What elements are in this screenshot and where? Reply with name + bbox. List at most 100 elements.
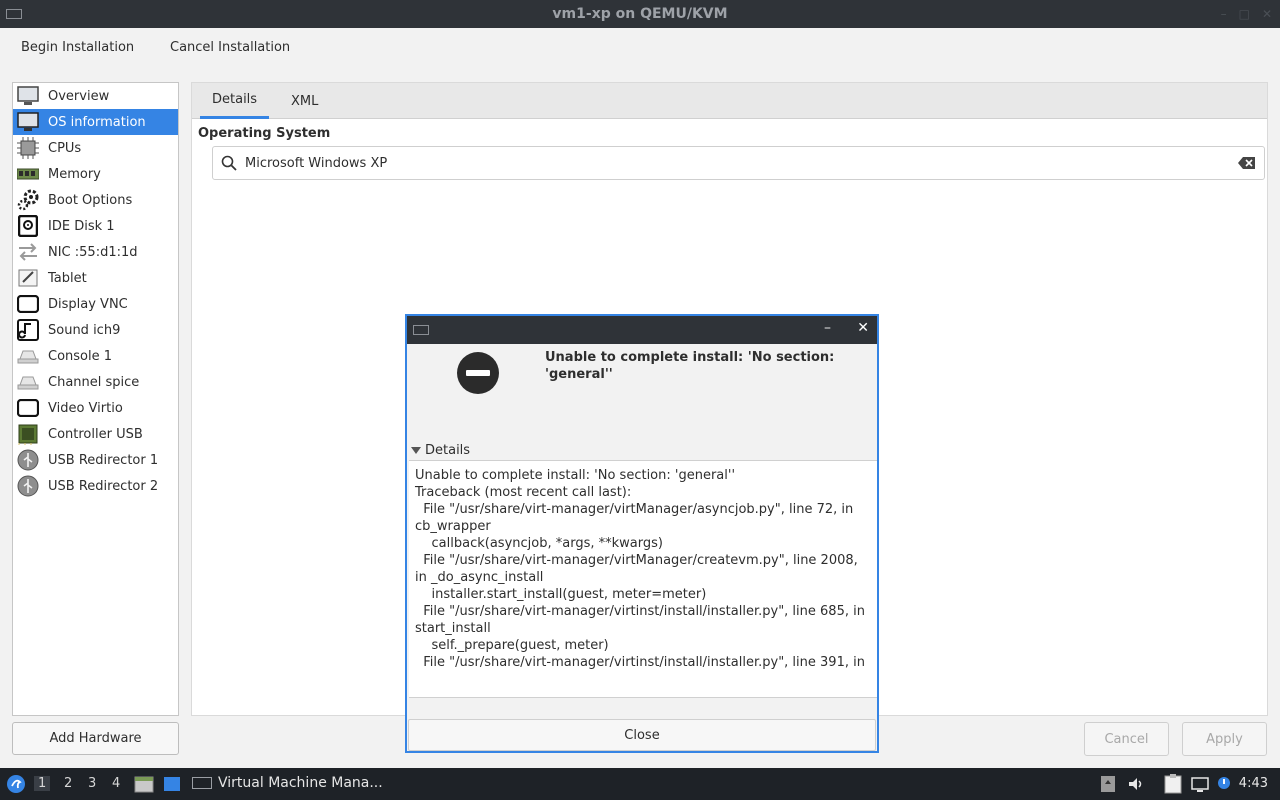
tab-bar: Details XML	[192, 83, 1267, 119]
dialog-close-button[interactable]: Close	[408, 719, 876, 751]
maximize-icon[interactable]: □	[1239, 7, 1250, 21]
details-expander-label: Details	[425, 443, 471, 458]
workspace-4[interactable]: 4	[112, 776, 120, 791]
taskbar-app-label: Virtual Machine Mana...	[218, 775, 383, 791]
sidebar-item-label: IDE Disk 1	[48, 218, 115, 234]
os-search-input[interactable]: Microsoft Windows XP	[212, 146, 1265, 180]
sidebar-item-label: Sound ich9	[48, 322, 121, 338]
channel-icon	[16, 371, 40, 393]
usb-icon	[16, 449, 40, 471]
expander-triangle-icon	[411, 447, 421, 454]
sidebar-item-label: Boot Options	[48, 192, 133, 208]
network-icon	[16, 241, 40, 263]
cancel-button[interactable]: Cancel	[1084, 722, 1169, 756]
dialog-titlebar: – ✕	[407, 316, 877, 344]
sidebar-item-console[interactable]: Console 1	[13, 343, 178, 369]
controller-icon	[16, 423, 40, 445]
taskbar: 1 2 3 4 Virtual Machine Mana... 4:43	[0, 768, 1280, 800]
sidebar-item-label: Display VNC	[48, 296, 128, 312]
sidebar-item-label: Overview	[48, 88, 110, 104]
start-menu-icon[interactable]	[6, 774, 26, 794]
tab-xml[interactable]: XML	[279, 83, 330, 119]
sidebar-item-cpus[interactable]: CPUs	[13, 135, 178, 161]
tray-updates-icon[interactable]	[1098, 774, 1118, 794]
workspace-1[interactable]: 1	[34, 776, 51, 791]
window-controls: – □ ✕	[1221, 7, 1272, 21]
sound-icon	[16, 319, 40, 341]
display-icon	[16, 293, 40, 315]
begin-installation-button[interactable]: Begin Installation	[21, 40, 134, 55]
sidebar-item-label: OS information	[48, 114, 146, 130]
memory-icon	[16, 163, 40, 185]
show-desktop-icon[interactable]	[162, 774, 182, 794]
trace-line: Unable to complete install: 'No section:…	[415, 468, 736, 483]
sidebar-item-label: USB Redirector 1	[48, 452, 159, 468]
search-icon	[221, 155, 237, 171]
sidebar-item-label: CPUs	[48, 140, 82, 156]
cpu-icon	[16, 137, 40, 159]
sidebar-item-controller-usb[interactable]: Controller USB	[13, 421, 178, 447]
cancel-installation-button[interactable]: Cancel Installation	[170, 40, 290, 55]
monitor-icon	[16, 111, 40, 133]
sidebar-item-label: Console 1	[48, 348, 113, 364]
add-hardware-button[interactable]: Add Hardware	[12, 722, 179, 755]
sidebar-item-channel-spice[interactable]: Channel spice	[13, 369, 178, 395]
sidebar-item-label: USB Redirector 2	[48, 478, 159, 494]
trace-line: File "/usr/share/virt-manager/virtManage…	[415, 553, 858, 568]
tab-details[interactable]: Details	[200, 83, 270, 119]
workspace-2[interactable]: 2	[64, 776, 72, 791]
sidebar-item-label: Channel spice	[48, 374, 140, 390]
operating-system-label: Operating System	[198, 126, 331, 141]
clipboard-icon[interactable]	[1163, 774, 1183, 794]
trace-line: in _do_async_install	[415, 570, 544, 585]
console-icon	[16, 345, 40, 367]
trace-line: self._prepare(guest, meter)	[415, 638, 609, 653]
details-expander[interactable]: Details	[411, 443, 470, 458]
trace-line: File "/usr/share/virt-manager/virtinst/i…	[415, 604, 865, 619]
sidebar-item-memory[interactable]: Memory	[13, 161, 178, 187]
notification-icon[interactable]	[1214, 774, 1234, 794]
disk-icon	[16, 215, 40, 237]
os-search-value: Microsoft Windows XP	[245, 155, 388, 171]
sidebar-item-tablet[interactable]: Tablet	[13, 265, 178, 291]
trace-line: Traceback (most recent call last):	[415, 485, 632, 500]
clear-search-icon[interactable]	[1238, 156, 1256, 170]
sidebar-item-overview[interactable]: Overview	[13, 83, 178, 109]
apply-button[interactable]: Apply	[1182, 722, 1267, 756]
sidebar-item-video-virtio[interactable]: Video Virtio	[13, 395, 178, 421]
file-manager-icon[interactable]	[134, 774, 154, 794]
traceback-textview[interactable]: Unable to complete install: 'No section:…	[409, 460, 877, 698]
minimize-icon[interactable]: –	[1221, 7, 1227, 21]
video-icon	[16, 397, 40, 419]
trace-line: installer.start_install(guest, meter=met…	[415, 587, 707, 602]
sidebar-item-display-vnc[interactable]: Display VNC	[13, 291, 178, 317]
sidebar-item-usb-redirector-2[interactable]: USB Redirector 2	[13, 473, 178, 499]
error-heading: Unable to complete install: 'No section:…	[545, 350, 835, 382]
trace-line: cb_wrapper	[415, 519, 491, 534]
sidebar-item-os-information[interactable]: OS information	[13, 109, 178, 135]
close-icon[interactable]: ✕	[1262, 7, 1272, 21]
sidebar-item-boot-options[interactable]: Boot Options	[13, 187, 178, 213]
sidebar-item-label: Video Virtio	[48, 400, 123, 416]
sidebar-item-label: Controller USB	[48, 426, 143, 442]
display-tray-icon[interactable]	[1190, 774, 1210, 794]
workspace-3[interactable]: 3	[88, 776, 96, 791]
sidebar-item-usb-redirector-1[interactable]: USB Redirector 1	[13, 447, 178, 473]
window-titlebar: vm1-xp on QEMU/KVM – □ ✕	[0, 0, 1280, 28]
hardware-sidebar: Overview OS information CPUs Memory Boot…	[12, 82, 179, 716]
vm-app-icon	[192, 777, 212, 789]
error-icon	[457, 352, 499, 394]
trace-line: File "/usr/share/virt-manager/virtManage…	[415, 502, 854, 517]
trace-line: start_install	[415, 621, 491, 636]
volume-icon[interactable]	[1126, 774, 1146, 794]
sidebar-item-nic[interactable]: NIC :55:d1:1d	[13, 239, 178, 265]
sidebar-item-sound[interactable]: Sound ich9	[13, 317, 178, 343]
taskbar-app-virt-manager[interactable]: Virtual Machine Mana...	[192, 775, 383, 791]
monitor-icon	[16, 85, 40, 107]
sidebar-item-label: Tablet	[48, 270, 87, 286]
menu-bar: Begin Installation Cancel Installation	[0, 28, 1280, 68]
error-dialog: – ✕ Unable to complete install: 'No sect…	[405, 314, 879, 753]
close-icon[interactable]: ✕	[857, 320, 869, 336]
sidebar-item-ide-disk[interactable]: IDE Disk 1	[13, 213, 178, 239]
minimize-icon[interactable]: –	[824, 320, 831, 336]
